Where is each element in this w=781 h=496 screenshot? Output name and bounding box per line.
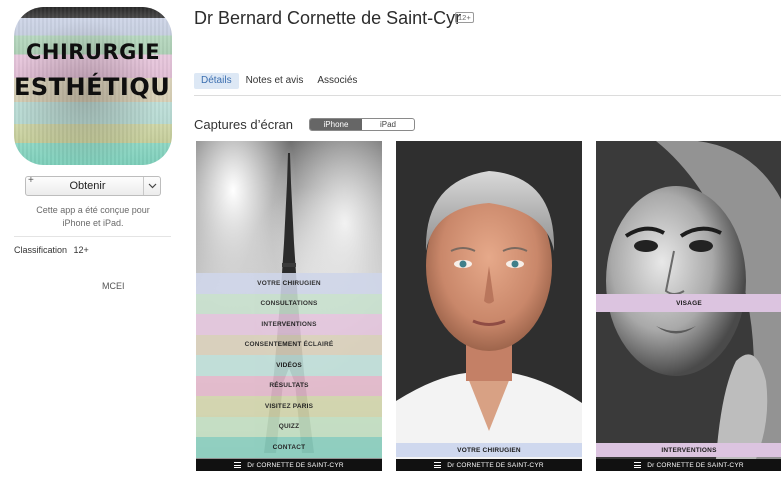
rating-value: 12+ — [73, 245, 89, 255]
shot1-menu-item: CONTACT — [196, 437, 382, 458]
device-ipad-button[interactable]: iPad — [362, 119, 414, 130]
device-iphone-button[interactable]: iPhone — [310, 119, 362, 130]
age-rating-badge: 12+ — [455, 12, 474, 23]
shot1-menu-item: QUIZZ — [196, 416, 382, 437]
shot2-caption: VOTRE CHIRUGIEN — [396, 443, 582, 457]
shot2-brand-text: Dr CORNETTE DE SAINT-CYR — [447, 461, 544, 469]
compatibility-note: Cette app a été conçue pour iPhone et iP… — [36, 205, 150, 228]
tab-bar: Détails Notes et avis Associés — [194, 73, 364, 89]
shot3-brand-text: Dr CORNETTE DE SAINT-CYR — [647, 461, 744, 469]
screenshot-1[interactable]: VOTRE CHIRUGIEN CONSULTATIONS INTERVENTION… — [196, 141, 382, 471]
shot1-menu-item: CONSULTATIONS — [196, 293, 382, 314]
rating-row: Classification 12+ — [14, 245, 89, 255]
chevron-down-icon — [148, 183, 156, 189]
menu-icon — [634, 462, 642, 468]
plus-icon: + — [28, 175, 34, 186]
rating-label: Classification — [14, 245, 68, 255]
shot1-menu-item: CONSENTEMENT ÉCLAIRÉ — [196, 334, 382, 355]
developer-name[interactable]: MCEI — [102, 281, 125, 291]
shot1-menu-item: VOTRE CHIRUGIEN — [196, 273, 382, 294]
menu-icon — [434, 462, 442, 468]
shot1-brand-bar: Dr CORNETTE DE SAINT-CYR — [196, 459, 382, 471]
shot2-brand-bar: Dr CORNETTE DE SAINT-CYR — [396, 459, 582, 471]
menu-icon — [234, 462, 242, 468]
device-toggle: iPhone iPad — [309, 118, 415, 131]
shot3-caption-bottom: INTERVENTIONS — [596, 443, 781, 457]
shot1-menu: VOTRE CHIRUGIEN CONSULTATIONS INTERVENTION… — [196, 273, 382, 458]
shot1-menu-item: RÉSULTATS — [196, 375, 382, 396]
app-icon-line2: ESTHÉTIQUE — [14, 73, 172, 101]
get-button-label: Obtenir — [69, 180, 106, 192]
shot1-menu-item: INTERVENTIONS — [196, 314, 382, 335]
screenshots-title: Captures d’écran — [194, 117, 293, 132]
shot1-brand-text: Dr CORNETTE DE SAINT-CYR — [247, 461, 344, 469]
app-icon-line1: CHIRURGIE — [25, 40, 161, 64]
shot1-menu-item: VISITEZ PARIS — [196, 396, 382, 417]
get-options-dropdown[interactable] — [143, 177, 160, 195]
app-title: Dr Bernard Cornette de Saint-Cyr — [194, 8, 462, 28]
screenshot-3[interactable]: VISAGE INTERVENTIONS Dr CORNETTE DE SAIN… — [596, 141, 781, 471]
shot3-caption-top: VISAGE — [596, 294, 781, 312]
tab-details[interactable]: Détails — [194, 73, 239, 89]
app-icon: CHIRURGIE ESTHÉTIQUE — [14, 7, 172, 165]
screenshot-2[interactable]: VOTRE CHIRUGIEN Dr CORNETTE DE SAINT-CYR — [396, 141, 582, 471]
tab-related[interactable]: Associés — [310, 73, 364, 89]
get-button[interactable]: + Obtenir — [25, 175, 161, 196]
surgeon-portrait-image — [396, 141, 582, 459]
shot1-menu-item: VIDÉOS — [196, 355, 382, 376]
tabs-divider — [194, 95, 781, 96]
shot3-brand-bar: Dr CORNETTE DE SAINT-CYR — [596, 459, 781, 471]
tab-reviews[interactable]: Notes et avis — [239, 73, 311, 89]
sidebar-divider — [14, 236, 171, 237]
